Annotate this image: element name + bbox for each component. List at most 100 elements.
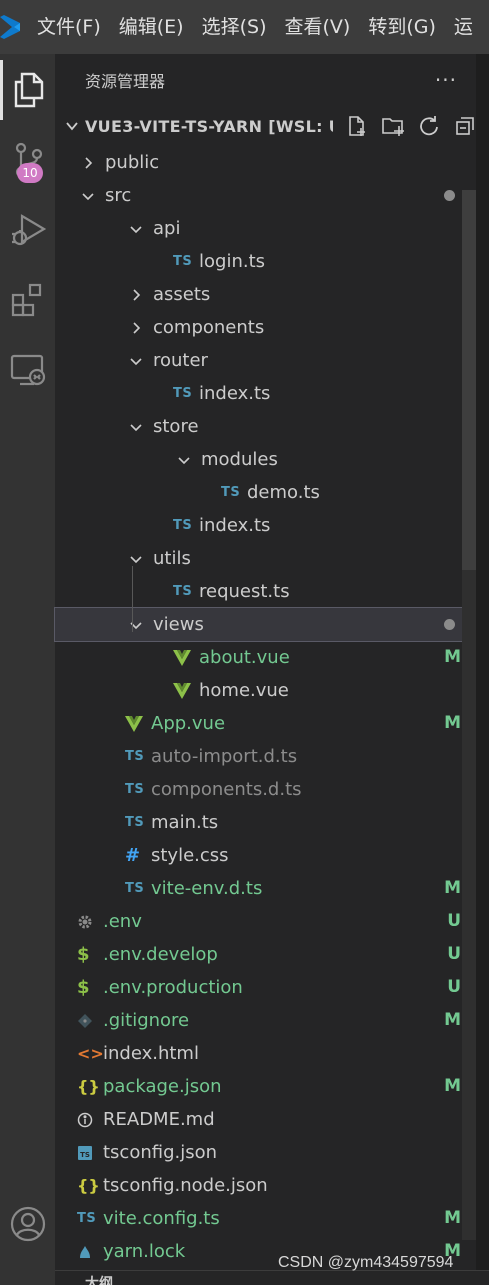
tree-folder-row[interactable]: assets: [55, 278, 477, 311]
tree-folder-row[interactable]: store: [55, 410, 477, 443]
typescript-file-icon: TS: [173, 518, 193, 533]
tree-item-label: demo.ts: [247, 482, 320, 503]
workspace-folder-header[interactable]: VUE3-VITE-TS-YARN [WSL: U...: [55, 106, 489, 146]
git-status-badge: U: [447, 977, 461, 997]
scm-badge: 10: [17, 163, 43, 183]
menu-go[interactable]: 转到(G): [359, 0, 445, 54]
menu-file[interactable]: 文件(F): [28, 0, 110, 54]
chevron-right-icon: [125, 278, 147, 311]
tree-folder-row[interactable]: router: [55, 344, 477, 377]
tree-folder-row[interactable]: components: [55, 311, 477, 344]
menu-selection[interactable]: 选择(S): [193, 0, 276, 54]
git-status-badge: M: [444, 1208, 461, 1228]
tree-item-label: login.ts: [199, 251, 266, 272]
tree-item-label: vite.config.ts: [103, 1208, 220, 1229]
typescript-file-icon: TS: [125, 881, 145, 896]
tree-file-row[interactable]: TS vite.config.ts M: [55, 1202, 477, 1235]
tree-item-label: components.d.ts: [151, 779, 302, 800]
tree-file-row[interactable]: TS vite-env.d.ts M: [55, 872, 477, 905]
tree-file-row[interactable]: README.md: [55, 1103, 477, 1136]
tree-folder-row[interactable]: utils: [55, 542, 477, 575]
git-status-badge: M: [444, 713, 461, 733]
tree-file-row[interactable]: .env U: [55, 905, 477, 938]
tree-file-row[interactable]: $ .env.production U: [55, 971, 477, 1004]
git-status-badge: M: [444, 1076, 461, 1096]
tree-item-label: .env.develop: [103, 944, 218, 965]
tree-file-row[interactable]: # style.css: [55, 839, 477, 872]
css-file-icon: #: [125, 845, 141, 866]
remote-explorer-icon[interactable]: [0, 340, 55, 400]
tree-file-row[interactable]: TS auto-import.d.ts: [55, 740, 477, 773]
dollar-icon: $: [77, 977, 90, 998]
tree-folder-row[interactable]: modules: [55, 443, 477, 476]
tree-item-label: auto-import.d.ts: [151, 746, 298, 767]
svg-text:TS: TS: [80, 1151, 90, 1159]
new-folder-icon[interactable]: [375, 106, 411, 146]
tree-file-row[interactable]: about.vue M: [55, 641, 477, 674]
new-file-icon[interactable]: [339, 106, 375, 146]
tsconfig-file-icon: TS: [77, 1136, 103, 1169]
git-file-icon: [77, 1004, 103, 1037]
tree-folder-row[interactable]: api: [55, 212, 477, 245]
tree-file-row[interactable]: TS request.ts: [55, 575, 477, 608]
tree-file-row[interactable]: TS demo.ts: [55, 476, 477, 509]
account-icon[interactable]: [0, 1194, 55, 1254]
tree-item-label: utils: [153, 548, 191, 569]
tree-item-label: README.md: [103, 1109, 215, 1130]
menu-edit[interactable]: 编辑(E): [110, 0, 193, 54]
tree-item-label: main.ts: [151, 812, 219, 833]
tree-file-row[interactable]: TS login.ts: [55, 245, 477, 278]
tree-file-row[interactable]: {} tsconfig.node.json: [55, 1169, 477, 1202]
tree-folder-row[interactable]: public: [55, 146, 477, 179]
tree-file-row[interactable]: TS main.ts: [55, 806, 477, 839]
tree-file-row[interactable]: TS index.ts: [55, 377, 477, 410]
indent-guide: [132, 566, 133, 632]
editor-area-edge: [476, 54, 489, 1285]
menu-view[interactable]: 查看(V): [276, 0, 360, 54]
extensions-icon[interactable]: [0, 270, 55, 330]
tree-folder-row[interactable]: views: [54, 607, 478, 642]
typescript-file-icon: TS: [125, 782, 145, 797]
chevron-down-icon: [125, 344, 147, 377]
tree-file-row[interactable]: TS index.ts: [55, 509, 477, 542]
scrollbar-thumb[interactable]: [462, 190, 476, 570]
tree-item-label: tsconfig.node.json: [103, 1175, 268, 1196]
tree-item-label: App.vue: [151, 713, 226, 734]
tree-file-row[interactable]: App.vue M: [55, 707, 477, 740]
tree-file-row[interactable]: home.vue: [55, 674, 477, 707]
tree-folder-row[interactable]: src: [55, 179, 477, 212]
tree-file-row[interactable]: TS tsconfig.json: [55, 1136, 477, 1169]
vue-file-icon: [173, 641, 199, 674]
chevron-right-icon: [125, 311, 147, 344]
git-status-badge: M: [444, 647, 461, 667]
outline-section[interactable]: 大纲: [55, 1270, 489, 1285]
vue-file-icon: [125, 707, 151, 740]
sidebar-title: 资源管理器: [85, 72, 166, 91]
tree-file-row[interactable]: TS components.d.ts: [55, 773, 477, 806]
typescript-file-icon: TS: [221, 485, 241, 500]
tree-file-row[interactable]: {} package.json M: [55, 1070, 477, 1103]
more-actions-icon[interactable]: ···: [435, 68, 457, 92]
html-file-icon: <>: [77, 1044, 104, 1063]
tree-item-label: index.ts: [199, 383, 271, 404]
explorer-icon[interactable]: [0, 60, 55, 120]
tree-file-row[interactable]: <> index.html: [55, 1037, 477, 1070]
tree-file-row[interactable]: .gitignore M: [55, 1004, 477, 1037]
run-debug-icon[interactable]: [0, 200, 55, 260]
env-file-icon: [77, 905, 103, 938]
refresh-icon[interactable]: [411, 106, 447, 146]
outline-title: 大纲: [85, 1276, 113, 1285]
typescript-file-icon: TS: [173, 584, 193, 599]
tree-item-label: router: [153, 350, 208, 371]
chevron-down-icon: [173, 443, 195, 476]
menu-run[interactable]: 运: [445, 0, 482, 54]
menu-bar: 文件(F) 编辑(E) 选择(S) 查看(V) 转到(G) 运: [0, 0, 489, 54]
chevron-down-icon: [59, 118, 85, 134]
chevron-down-icon: [125, 410, 147, 443]
tree-item-label: api: [153, 218, 181, 239]
tree-item-label: yarn.lock: [103, 1241, 186, 1262]
chevron-right-icon: [77, 146, 99, 179]
tree-file-row[interactable]: $ .env.develop U: [55, 938, 477, 971]
tree-item-label: src: [105, 185, 132, 206]
typescript-file-icon: TS: [125, 749, 145, 764]
